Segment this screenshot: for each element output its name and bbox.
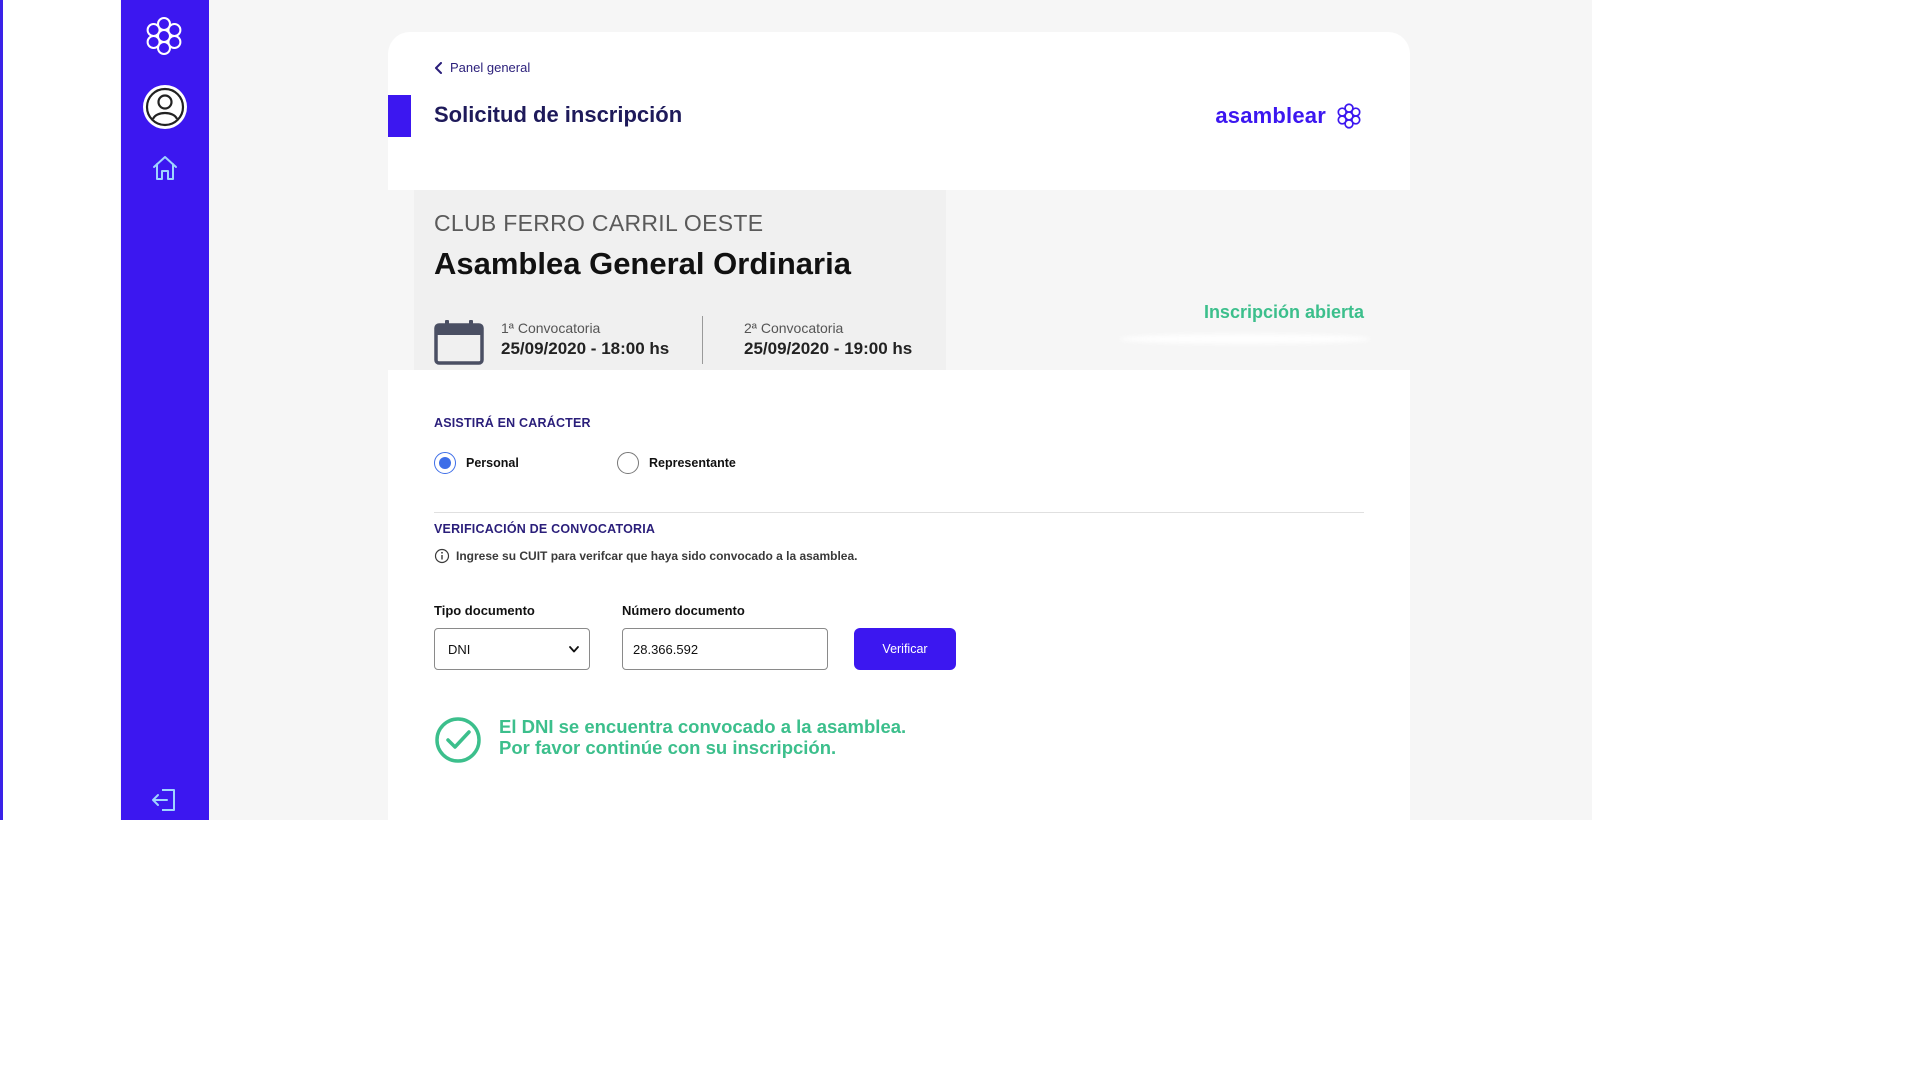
verification-section-title: VERIFICACIÓN DE CONVOCATORIA (434, 522, 656, 536)
organization-name: CLUB FERRO CARRIL OESTE (434, 210, 764, 236)
verification-hint-text: Ingrese su CUIT para verifcar que haya s… (456, 549, 858, 563)
status-badge: Inscripción abierta (1203, 302, 1364, 322)
logout-icon[interactable] (149, 786, 181, 814)
brand-name: asamblear (1215, 103, 1326, 128)
chevron-down-icon (569, 645, 579, 652)
brand-logo: asamblear (1215, 101, 1364, 131)
event-summary: CLUB FERRO CARRIL OESTE Asamblea General… (388, 190, 1410, 370)
check-circle-icon (435, 717, 481, 763)
chevron-left-icon (435, 61, 442, 74)
calendar-icon (434, 320, 484, 365)
doc-number-label: Número documento (622, 603, 745, 618)
divider (702, 316, 703, 364)
radio-representante[interactable]: Representante (617, 452, 736, 474)
radio-button-unchecked[interactable] (617, 452, 639, 474)
verification-hint: Ingrese su CUIT para verifcar que haya s… (434, 548, 858, 564)
verification-success-message: El DNI se encuentra convocado a la asamb… (499, 716, 906, 758)
doc-number-input[interactable] (622, 628, 828, 670)
doc-type-label: Tipo documento (434, 603, 535, 618)
back-link-label: Panel general (450, 60, 531, 75)
second-call: 2ª Convocatoria 25/09/2020 - 19:00 hs (744, 320, 912, 359)
flower-logo-icon (1337, 103, 1361, 129)
radio-button-checked[interactable] (434, 452, 456, 474)
section-divider (434, 512, 1364, 513)
status-underline (1120, 334, 1370, 344)
user-avatar-icon[interactable] (143, 85, 187, 129)
radio-personal[interactable]: Personal (434, 452, 519, 474)
window-edge (0, 0, 3, 820)
page-title: Solicitud de inscripción (434, 102, 683, 127)
back-link[interactable]: Panel general (434, 60, 530, 75)
attendance-section-title: ASISTIRÁ EN CARÁCTER (434, 416, 591, 430)
verify-button[interactable]: Verificar (854, 628, 956, 670)
first-call-label: 1ª Convocatoria (501, 320, 601, 336)
home-icon[interactable] (149, 152, 181, 184)
sidebar (121, 0, 209, 820)
success-line-2: Por favor continúe con su inscripción. (499, 737, 837, 758)
second-call-datetime: 25/09/2020 - 19:00 hs (744, 339, 913, 358)
radio-personal-label: Personal (466, 456, 519, 470)
doc-type-value: DNI (448, 641, 471, 657)
radio-representante-label: Representante (649, 456, 736, 470)
event-name: Asamblea General Ordinaria (434, 246, 851, 281)
registration-card: Panel general Solicitud de inscripción a… (388, 32, 1410, 852)
doc-type-select[interactable]: DNI (434, 628, 590, 670)
title-accent-bar (388, 95, 411, 137)
second-call-label: 2ª Convocatoria (744, 320, 844, 336)
flower-logo-icon[interactable] (141, 13, 187, 59)
info-icon (434, 548, 450, 564)
first-call-datetime: 25/09/2020 - 18:00 hs (501, 339, 670, 358)
success-line-1: El DNI se encuentra convocado a la asamb… (499, 716, 907, 737)
first-call: 1ª Convocatoria 25/09/2020 - 18:00 hs (501, 320, 669, 359)
